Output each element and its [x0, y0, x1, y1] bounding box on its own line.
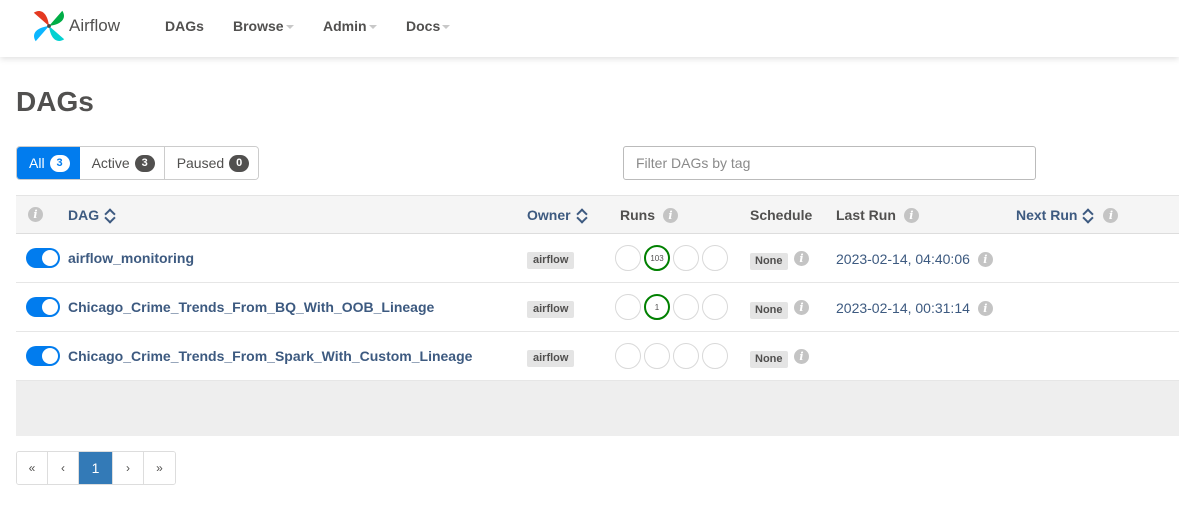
owner-badge[interactable]: airflow: [527, 252, 575, 269]
airflow-logo-link[interactable]: Airflow: [30, 6, 130, 46]
app-name: Airflow: [69, 16, 121, 35]
run-state-success[interactable]: 1: [644, 294, 670, 320]
status-filter-group: All 3 Active 3 Paused 0: [16, 146, 260, 180]
info-circle-icon[interactable]: i: [1103, 207, 1119, 223]
run-state-success[interactable]: [644, 343, 670, 369]
table-row: Chicago_Crime_Trends_From_BQ_With_OOB_Li…: [16, 283, 1179, 332]
filter-all-button[interactable]: All 3: [17, 147, 80, 179]
header-next-run-sort[interactable]: Next Run i: [1016, 207, 1119, 223]
nav-browse-dropdown[interactable]: Browse: [233, 18, 294, 34]
sort-icon: [1083, 207, 1093, 223]
nav-browse-label: Browse: [233, 18, 284, 34]
caret-down-icon: [442, 25, 451, 29]
dag-link[interactable]: airflow_monitoring: [68, 250, 194, 266]
header-dag-sort[interactable]: DAG: [68, 207, 115, 223]
pause-toggle[interactable]: [26, 346, 60, 366]
last-run: 2023-02-14, 00:31:14 i: [836, 300, 993, 316]
filter-all-label: All: [29, 155, 45, 171]
tag-filter-input[interactable]: [623, 146, 1036, 180]
table-row: airflow_monitoring airflow 103 None i 20…: [16, 234, 1179, 283]
info-circle-icon[interactable]: i: [663, 207, 678, 223]
pagination-next-button[interactable]: ›: [113, 452, 144, 484]
dags-table: i DAG Owner Runs i Schedule Last Run i N…: [16, 195, 1179, 436]
info-circle-icon[interactable]: i: [28, 207, 43, 222]
header-owner-label: Owner: [527, 207, 571, 223]
nav-dags-label: DAGs: [165, 18, 204, 34]
pagination-first-button[interactable]: «: [17, 452, 48, 484]
nav-docs-label: Docs: [406, 18, 441, 34]
dag-link[interactable]: Chicago_Crime_Trends_From_Spark_With_Cus…: [68, 348, 472, 364]
pagination: « ‹ 1 › »: [16, 451, 176, 485]
last-run-link[interactable]: 2023-02-14, 04:40:06: [836, 251, 970, 267]
page-title: DAGs: [16, 86, 94, 117]
header-runs: Runs i: [620, 207, 678, 223]
filter-active-button[interactable]: Active 3: [79, 147, 165, 179]
runs-status: 1: [615, 294, 731, 320]
run-state-success[interactable]: 103: [644, 245, 670, 271]
filter-active-count: 3: [134, 154, 155, 172]
dag-link[interactable]: Chicago_Crime_Trends_From_BQ_With_OOB_Li…: [68, 299, 434, 315]
sort-icon: [577, 207, 587, 223]
schedule-badge: None: [750, 351, 788, 368]
schedule-badge: None: [750, 302, 788, 319]
nav-admin-dropdown[interactable]: Admin: [323, 18, 377, 34]
run-state-running[interactable]: [673, 343, 699, 369]
header-schedule-label: Schedule: [750, 207, 813, 223]
header-dag-label: DAG: [68, 207, 100, 223]
caret-down-icon: [368, 25, 377, 29]
runs-status: 103: [615, 245, 731, 271]
run-state-failed[interactable]: [702, 343, 728, 369]
table-header: i DAG Owner Runs i Schedule Last Run i N…: [16, 195, 1179, 234]
last-run: 2023-02-14, 04:40:06 i: [836, 251, 993, 267]
info-circle-icon[interactable]: i: [977, 251, 993, 267]
filter-active-label: Active: [91, 155, 130, 171]
run-state-failed[interactable]: [702, 294, 728, 320]
info-circle-icon[interactable]: i: [977, 300, 993, 316]
runs-status: [615, 343, 731, 369]
run-state-running[interactable]: [673, 245, 699, 271]
run-state-failed[interactable]: [702, 245, 728, 271]
header-schedule: Schedule: [750, 207, 812, 223]
sort-icon: [105, 207, 115, 223]
filter-paused-label: Paused: [176, 155, 225, 171]
table-empty-area: [16, 381, 1179, 436]
nav-docs-dropdown[interactable]: Docs: [406, 18, 451, 34]
header-runs-label: Runs: [620, 207, 655, 223]
caret-down-icon: [285, 25, 294, 29]
pause-toggle[interactable]: [26, 248, 60, 268]
header-last-run-label: Last Run: [836, 207, 896, 223]
filter-paused-count: 0: [229, 154, 250, 172]
run-state-queued[interactable]: [615, 343, 641, 369]
pagination-prev-button[interactable]: ‹: [48, 452, 79, 484]
table-row: Chicago_Crime_Trends_From_Spark_With_Cus…: [16, 332, 1179, 381]
airflow-pinwheel-logo-icon: [33, 10, 65, 42]
filter-all-count: 3: [49, 154, 70, 172]
run-state-running[interactable]: [673, 294, 699, 320]
run-state-queued[interactable]: [615, 294, 641, 320]
pagination-last-button[interactable]: »: [144, 452, 175, 484]
info-circle-icon[interactable]: i: [903, 207, 919, 223]
nav-dags[interactable]: DAGs: [165, 18, 204, 34]
pagination-current-page[interactable]: 1: [79, 452, 113, 484]
header-next-run-label: Next Run: [1016, 207, 1078, 223]
info-circle-icon[interactable]: i: [794, 251, 809, 266]
info-circle-icon[interactable]: i: [794, 300, 809, 315]
run-state-queued[interactable]: [615, 245, 641, 271]
pause-toggle[interactable]: [26, 297, 60, 317]
header-owner-sort[interactable]: Owner: [527, 207, 587, 223]
owner-badge[interactable]: airflow: [527, 301, 575, 318]
owner-badge[interactable]: airflow: [527, 350, 575, 367]
top-navbar: Airflow DAGs Browse Admin Docs: [0, 0, 1179, 57]
header-last-run: Last Run i: [836, 207, 919, 223]
nav-admin-label: Admin: [323, 18, 367, 34]
filter-paused-button[interactable]: Paused 0: [164, 147, 259, 179]
schedule-badge: None: [750, 253, 788, 270]
last-run-link[interactable]: 2023-02-14, 00:31:14: [836, 300, 970, 316]
info-circle-icon[interactable]: i: [794, 349, 809, 364]
